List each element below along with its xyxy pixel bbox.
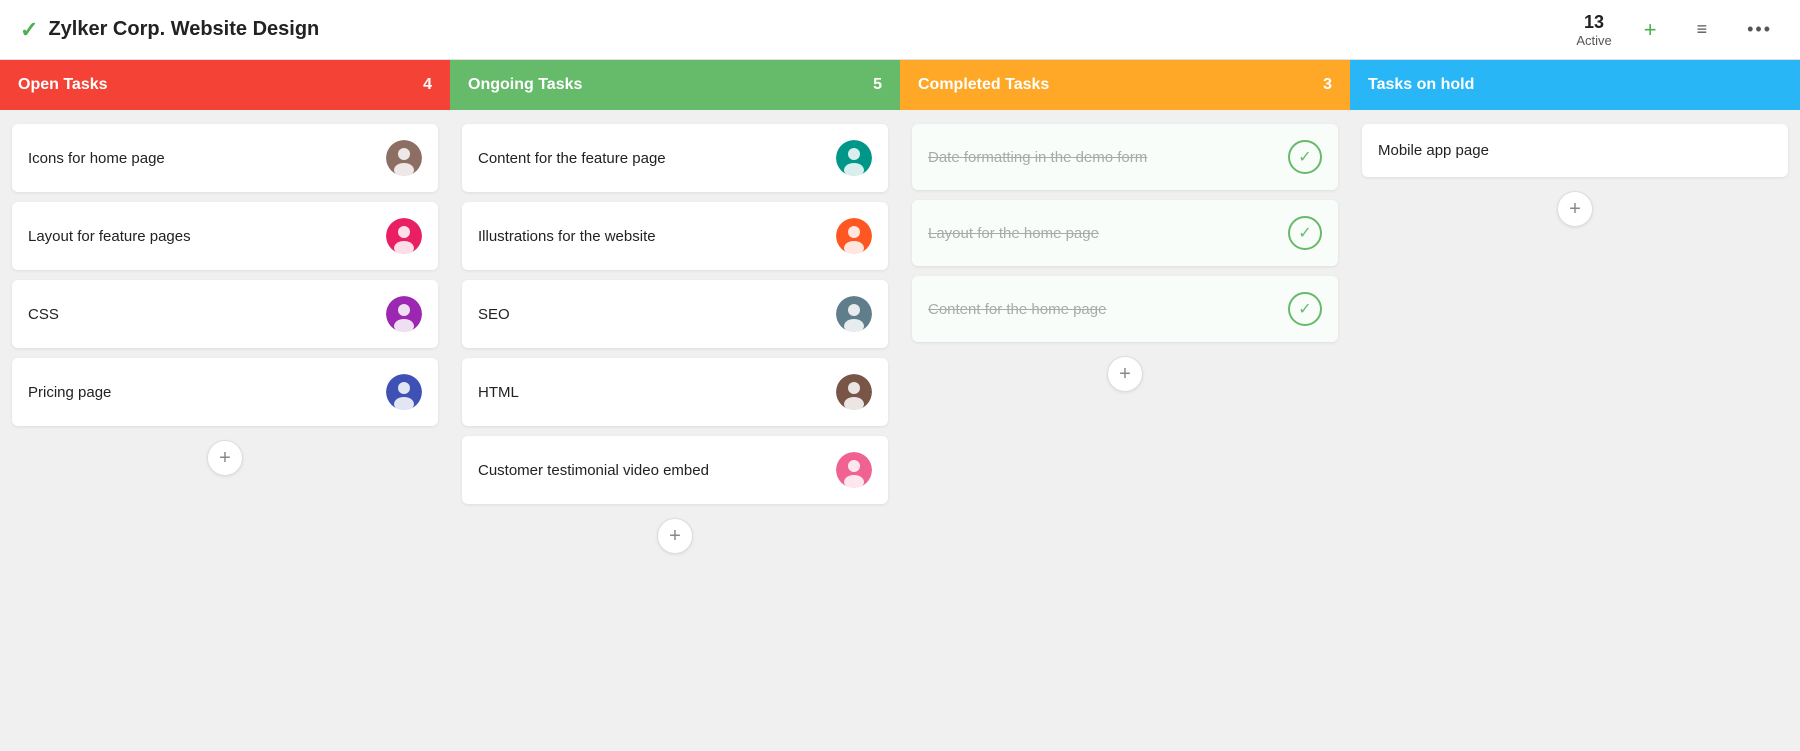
add-task-button-completed[interactable]: + — [1107, 356, 1143, 392]
task-label: Content for the feature page — [478, 148, 836, 169]
column-ongoing: Ongoing Tasks 5Content for the feature p… — [450, 60, 900, 751]
task-card[interactable]: CSS — [12, 280, 438, 348]
avatar — [386, 140, 422, 176]
add-task-button-ongoing[interactable]: + — [657, 518, 693, 554]
active-label: Active — [1576, 33, 1611, 48]
column-title: Ongoing Tasks — [468, 76, 582, 94]
active-count: 13 Active — [1576, 12, 1611, 48]
task-card[interactable]: Customer testimonial video embed — [462, 436, 888, 504]
avatar — [386, 296, 422, 332]
header: ✓ Zylker Corp. Website Design 13 Active … — [0, 0, 1800, 60]
task-label: Content for the home page — [928, 299, 1288, 320]
task-card[interactable]: Date formatting in the demo form ✓ — [912, 124, 1338, 190]
avatar — [386, 374, 422, 410]
task-card[interactable]: Mobile app page — [1362, 124, 1788, 177]
avatar — [836, 374, 872, 410]
list-view-button[interactable]: ≡ — [1689, 15, 1716, 44]
task-card[interactable]: Content for the home page ✓ — [912, 276, 1338, 342]
column-count: 4 — [423, 76, 432, 94]
task-label: CSS — [28, 304, 386, 325]
task-card[interactable]: SEO — [462, 280, 888, 348]
add-button[interactable]: + — [1636, 13, 1665, 47]
avatar — [836, 452, 872, 488]
column-body-ongoing: Content for the feature page Illustratio… — [450, 110, 900, 751]
column-header-open: Open Tasks 4 — [0, 60, 450, 110]
avatar — [836, 140, 872, 176]
task-label: Icons for home page — [28, 148, 386, 169]
column-title: Completed Tasks — [918, 76, 1049, 94]
task-card[interactable]: Illustrations for the website — [462, 202, 888, 270]
column-title: Open Tasks — [18, 76, 108, 94]
column-header-ongoing: Ongoing Tasks 5 — [450, 60, 900, 110]
task-label: HTML — [478, 382, 836, 403]
column-body-open: Icons for home page Layout for feature p… — [0, 110, 450, 751]
column-header-completed: Completed Tasks 3 — [900, 60, 1350, 110]
column-completed: Completed Tasks 3Date formatting in the … — [900, 60, 1350, 751]
task-card[interactable]: Layout for feature pages — [12, 202, 438, 270]
active-number: 13 — [1576, 12, 1611, 33]
header-title: ✓ Zylker Corp. Website Design — [20, 17, 1576, 43]
column-header-hold: Tasks on hold — [1350, 60, 1800, 110]
complete-icon: ✓ — [1288, 292, 1322, 326]
add-task-button-open[interactable]: + — [207, 440, 243, 476]
more-options-button[interactable]: ••• — [1739, 15, 1780, 44]
task-card[interactable]: Layout for the home page ✓ — [912, 200, 1338, 266]
project-name: Zylker Corp. Website Design — [48, 18, 319, 41]
task-label: Pricing page — [28, 382, 386, 403]
avatar — [836, 296, 872, 332]
task-card[interactable]: HTML — [462, 358, 888, 426]
task-label: Date formatting in the demo form — [928, 147, 1288, 168]
task-label: Layout for feature pages — [28, 226, 386, 247]
complete-icon: ✓ — [1288, 140, 1322, 174]
task-label: Mobile app page — [1378, 140, 1772, 161]
header-actions: 13 Active + ≡ ••• — [1576, 12, 1780, 48]
task-label: Customer testimonial video embed — [478, 460, 836, 481]
task-card[interactable]: Icons for home page — [12, 124, 438, 192]
column-count: 3 — [1323, 76, 1332, 94]
task-label: Layout for the home page — [928, 223, 1288, 244]
add-task-button-hold[interactable]: + — [1557, 191, 1593, 227]
column-hold: Tasks on hold Mobile app page + — [1350, 60, 1800, 751]
task-card[interactable]: Pricing page — [12, 358, 438, 426]
avatar — [386, 218, 422, 254]
kanban-board: Open Tasks 4Icons for home page Layout f… — [0, 60, 1800, 751]
column-open: Open Tasks 4Icons for home page Layout f… — [0, 60, 450, 751]
complete-icon: ✓ — [1288, 216, 1322, 250]
task-label: SEO — [478, 304, 836, 325]
avatar — [836, 218, 872, 254]
column-body-hold: Mobile app page + — [1350, 110, 1800, 751]
column-title: Tasks on hold — [1368, 76, 1474, 94]
task-card[interactable]: Content for the feature page — [462, 124, 888, 192]
check-icon: ✓ — [20, 17, 38, 43]
column-count: 5 — [873, 76, 882, 94]
task-label: Illustrations for the website — [478, 226, 836, 247]
column-body-completed: Date formatting in the demo form ✓Layout… — [900, 110, 1350, 751]
